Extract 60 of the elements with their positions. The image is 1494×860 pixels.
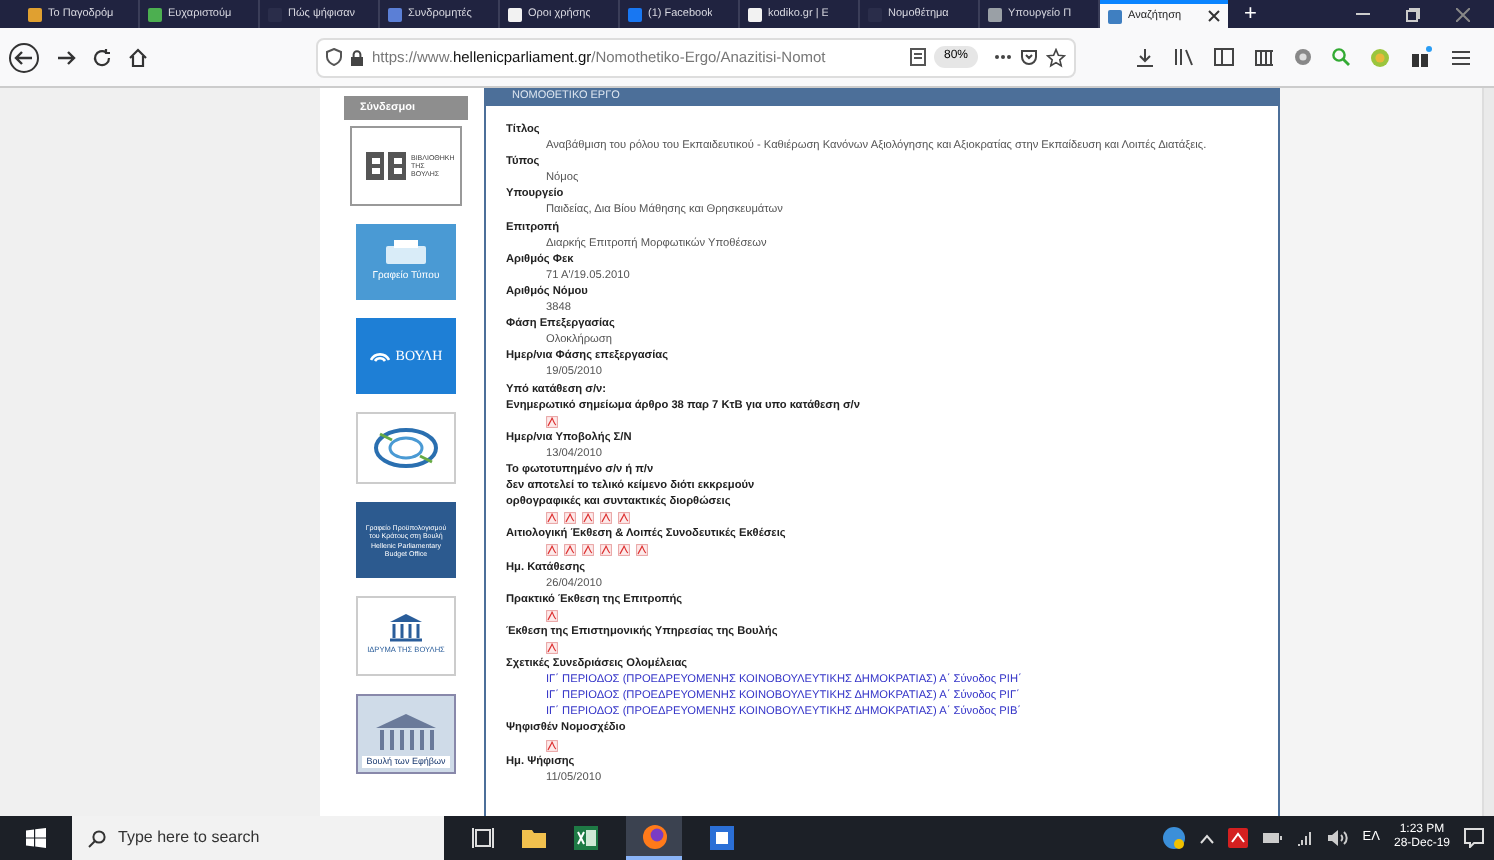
search-icon [88,829,106,847]
pdf-file-icon[interactable] [600,512,612,525]
pdf-file-icon[interactable] [564,512,576,525]
document-icon[interactable] [710,826,734,850]
notifications-icon[interactable] [1464,828,1484,848]
library-icon[interactable] [1174,48,1194,66]
scrollbar[interactable] [1482,88,1494,816]
new-tab-button[interactable]: + [1228,0,1273,28]
pdf-file-icon[interactable] [546,739,558,752]
pdf-file-icon[interactable] [546,415,558,428]
shield-icon [326,48,342,66]
folder-icon[interactable] [522,828,546,848]
pdf-file-icon[interactable] [564,544,576,557]
home-icon[interactable] [128,47,148,67]
reader-view-icon[interactable] [909,48,926,66]
pdf-file-icon[interactable] [582,512,594,525]
windows-start-icon[interactable] [26,828,46,848]
pdf-file-icon[interactable] [546,609,558,622]
spreadsheet-icon[interactable] [574,826,598,850]
minimize-icon[interactable] [1356,12,1370,16]
pdf-file-icon[interactable] [618,544,630,557]
signal-arc-icon [369,350,390,363]
pdf-file-icon[interactable] [636,544,648,557]
antivirus-icon[interactable] [1228,828,1249,848]
restore-icon[interactable] [1406,7,1420,21]
building-icon [372,711,440,751]
wifi-icon[interactable] [1296,830,1315,846]
firefox-icon[interactable] [641,823,667,849]
close-tab-icon[interactable] [1208,10,1220,22]
task-view-icon[interactable] [472,828,494,848]
pdf-file-icon[interactable] [582,544,594,557]
pdf-file-icon[interactable] [546,642,558,655]
battery-icon[interactable] [1262,832,1283,844]
pdf-file-icon[interactable] [618,512,630,525]
sidebar-icon[interactable] [1214,48,1234,66]
more-actions-icon[interactable] [994,54,1012,60]
menu-icon[interactable] [1452,49,1470,65]
download-icon[interactable] [1136,47,1154,67]
forward-icon[interactable] [56,47,76,67]
extension-icon[interactable] [1294,48,1312,66]
speaker-icon[interactable] [1328,830,1349,846]
help-icon[interactable] [1162,826,1187,850]
taskbar-search-field[interactable]: Type here to search [72,816,444,860]
printer-icon [386,240,426,264]
pdf-file-icon[interactable] [546,512,558,525]
pocket-icon[interactable] [1020,48,1038,66]
pdf-file-icon[interactable] [546,544,558,557]
reload-icon[interactable] [92,47,112,67]
bb-logo-icon [365,152,405,181]
swirl-logo[interactable] [356,412,456,485]
gift-icon[interactable] [1410,46,1432,68]
padlock-icon [350,49,364,65]
chevron-up-icon[interactable] [1200,833,1215,843]
pdf-file-icon[interactable] [600,544,612,557]
back-icon[interactable] [8,41,40,73]
star-icon[interactable] [1046,47,1066,67]
magnifier-icon[interactable] [1332,48,1350,66]
close-icon[interactable] [1456,7,1470,21]
columns-icon [390,614,422,643]
grid-icon[interactable] [1254,49,1274,65]
